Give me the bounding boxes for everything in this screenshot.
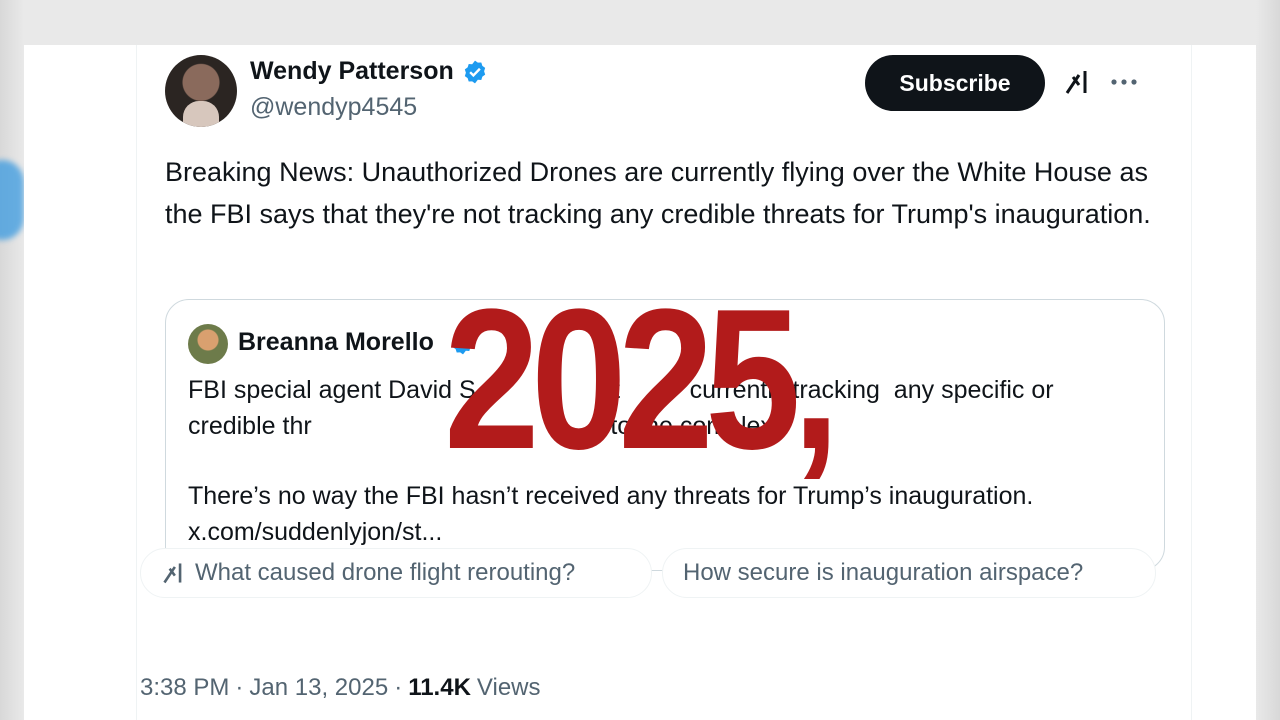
views-label: Views	[476, 674, 541, 701]
quoted-author-avatar	[188, 324, 228, 364]
meta-separator: ·	[235, 674, 244, 701]
blurred-background-shape	[0, 160, 24, 240]
tweet-meta: 3:38 PM · Jan 13, 2025 · 11.4K Views	[140, 674, 541, 702]
author-name-row: Wendy Patterson	[250, 57, 488, 86]
suggestion-label: How secure is inauguration airspace?	[683, 559, 1084, 586]
grok-icon[interactable]	[1063, 67, 1093, 97]
grok-icon	[161, 560, 187, 586]
quoted-link[interactable]: x.com/suddenlyjon/st...	[188, 518, 442, 546]
views-count: 11.4K	[408, 674, 471, 701]
quoted-author-name: Breanna Morello	[238, 328, 434, 356]
tweet-text: Breaking News: Unauthorized Drones are c…	[165, 157, 1151, 229]
subscribe-button[interactable]: Subscribe	[865, 55, 1045, 111]
author-handle[interactable]: @wendyp4545	[250, 93, 417, 122]
author-avatar[interactable]	[165, 55, 237, 127]
meta-separator: ·	[394, 674, 403, 701]
tweet-date[interactable]: Jan 13, 2025	[249, 674, 388, 702]
verified-icon	[462, 59, 488, 85]
tweet-time[interactable]: 3:38 PM	[140, 674, 229, 702]
suggestion-chip-1[interactable]: What caused drone flight rerouting?	[140, 548, 652, 598]
author-display-name[interactable]: Wendy Patterson	[250, 57, 454, 86]
overlay-year-text: 2025,	[444, 268, 840, 491]
suggestion-chip-2[interactable]: How secure is inauguration airspace?	[662, 548, 1156, 598]
suggestion-label: What caused drone flight rerouting?	[195, 559, 576, 586]
more-icon[interactable]	[1109, 67, 1139, 97]
